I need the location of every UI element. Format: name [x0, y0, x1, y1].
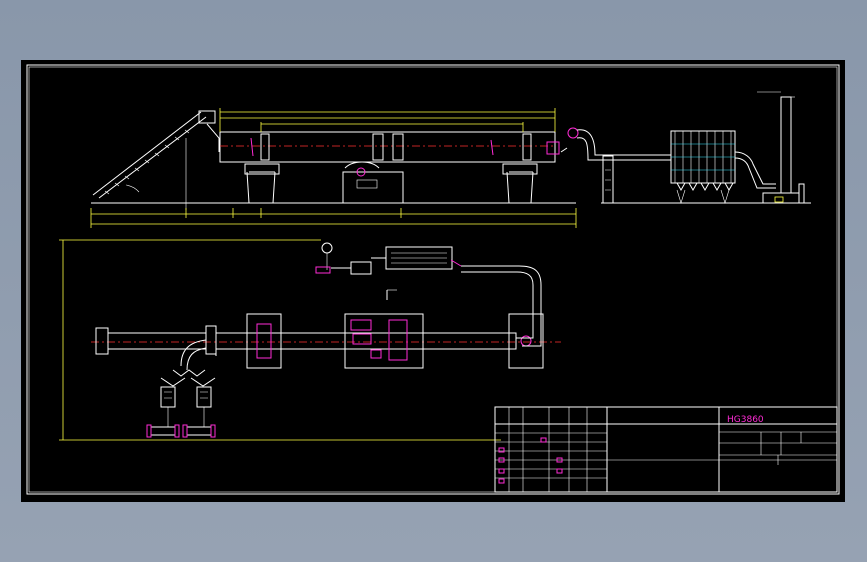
outer-frame	[26, 64, 840, 495]
dimension-lines-bottom	[90, 208, 577, 228]
rotary-dryer-drum	[219, 131, 568, 163]
cad-viewport[interactable]: HG3860	[0, 0, 867, 562]
dimension-lines-top	[219, 108, 556, 132]
drawing-sheet[interactable]: HG3860	[21, 60, 845, 502]
title-block: HG3860	[494, 406, 838, 493]
plan-view	[59, 239, 561, 441]
inclined-belt-conveyor	[92, 110, 216, 210]
cad-drawing: HG3860	[26, 64, 840, 495]
drawing-model-number: HG3860	[727, 415, 764, 425]
exhaust-duct	[567, 127, 671, 204]
bag-filter-dust-collector	[670, 130, 736, 205]
drum-supports	[244, 161, 538, 204]
elevation-view	[90, 91, 811, 228]
fan-and-chimney	[734, 91, 805, 204]
